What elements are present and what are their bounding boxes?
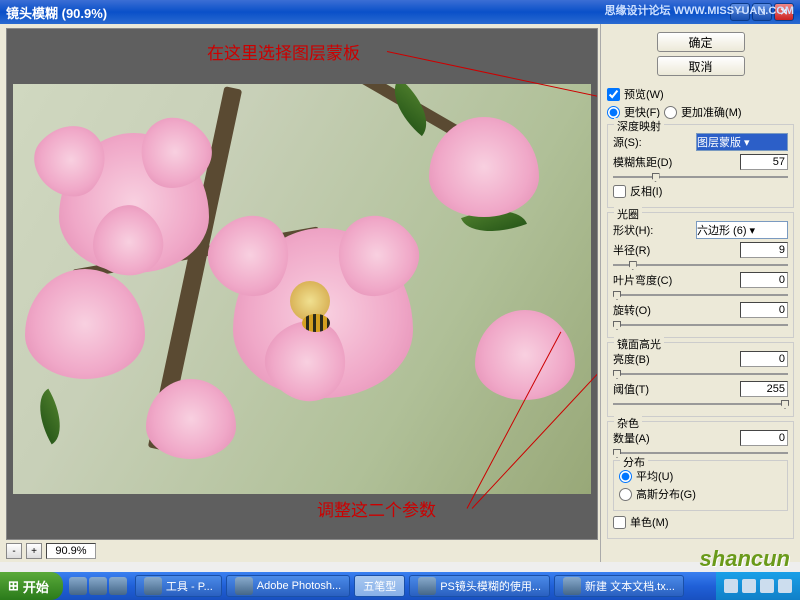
preview-checkbox[interactable] [607,88,620,101]
amount-field[interactable] [740,430,788,446]
mono-label: 单色(M) [630,514,669,530]
source-select[interactable]: 图层蒙版 ▾ [696,133,788,151]
gaussian-radio[interactable] [619,488,632,501]
preview-label: 预览(W) [624,86,664,102]
brightness-label: 亮度(B) [613,351,740,367]
curvature-slider[interactable] [613,291,788,299]
quicklaunch-icon[interactable] [109,577,127,595]
threshold-label: 阈值(T) [613,381,740,397]
shape-label: 形状(H): [613,222,696,238]
zoom-bar: - + [0,540,600,562]
focus-field[interactable] [740,154,788,170]
rotation-field[interactable] [740,302,788,318]
bee [302,314,330,332]
noise-group: 杂色 数量(A) 分布 平均(U) 高斯分布(G) 单色(M) [607,421,794,539]
start-button[interactable]: ⊞ 开始 [0,572,63,600]
invert-label: 反相(I) [630,183,662,199]
task-notepad[interactable]: 新建 文本文档.tx... [554,575,684,597]
cancel-button[interactable]: 取消 [657,56,745,76]
task-tool[interactable]: 工具 - P... [135,575,222,597]
tray-icon[interactable] [724,579,738,593]
preview-canvas[interactable]: 在这里选择图层蒙板 [6,28,598,540]
app-icon [144,577,162,595]
quick-launch [63,577,133,595]
iris-group: 光圈 形状(H): 六边形 (6) ▾ 半径(R) 叶片弯度(C) 旋转(O) [607,212,794,338]
app-icon [418,577,436,595]
distribution-group: 分布 平均(U) 高斯分布(G) [613,460,788,511]
forum-watermark: 思缘设计论坛 WWW.MISSYUAN.COM [605,2,794,18]
windows-icon: ⊞ [8,578,19,594]
mono-checkbox[interactable] [613,516,626,529]
uniform-label: 平均(U) [636,468,673,484]
app-icon [235,577,253,595]
distribution-title: 分布 [620,454,648,470]
depth-title: 深度映射 [614,118,664,134]
threshold-field[interactable] [740,381,788,397]
iris-title: 光圈 [614,206,642,222]
rotation-label: 旋转(O) [613,302,740,318]
accurate-radio[interactable] [664,106,677,119]
amount-label: 数量(A) [613,430,740,446]
focus-slider[interactable] [613,173,788,181]
shape-select[interactable]: 六边形 (6) ▾ [696,221,788,239]
radius-field[interactable] [740,242,788,258]
zoom-out-button[interactable]: - [6,543,22,559]
invert-checkbox[interactable] [613,185,626,198]
system-tray[interactable] [716,572,800,600]
task-photoshop[interactable]: Adobe Photosh... [226,575,350,597]
ok-button[interactable]: 确定 [657,32,745,52]
curvature-label: 叶片弯度(C) [613,272,740,288]
noise-title: 杂色 [614,415,642,431]
watermark-logo: shancun [700,546,790,572]
radius-label: 半径(R) [613,242,740,258]
rotation-slider[interactable] [613,321,788,329]
uniform-radio[interactable] [619,470,632,483]
zoom-in-button[interactable]: + [26,543,42,559]
gaussian-label: 高斯分布(G) [636,486,696,502]
photo-image [13,84,591,494]
specular-title: 镜面高光 [614,336,664,352]
depth-group: 深度映射 源(S): 图层蒙版 ▾ 模糊焦距(D) 反相(I) [607,124,794,208]
quicklaunch-icon[interactable] [89,577,107,595]
source-label: 源(S): [613,134,696,150]
specular-group: 镜面高光 亮度(B) 阈值(T) [607,342,794,417]
quicklaunch-icon[interactable] [69,577,87,595]
window-title: 镜头模糊 (90.9%) [6,3,107,22]
tray-icon[interactable] [778,579,792,593]
tray-icon[interactable] [760,579,774,593]
faster-radio[interactable] [607,106,620,119]
task-ime[interactable]: 五笔型 [354,575,405,597]
radius-slider[interactable] [613,261,788,269]
app-icon [563,577,581,595]
tray-icon[interactable] [742,579,756,593]
focus-label: 模糊焦距(D) [613,154,740,170]
accurate-label: 更加准确(M) [681,104,742,120]
threshold-slider[interactable] [613,400,788,408]
preview-pane: 在这里选择图层蒙板 [0,24,600,562]
taskbar: ⊞ 开始 工具 - P... Adobe Photosh... 五笔型 PS镜头… [0,572,800,600]
annotation-top: 在这里选择图层蒙板 [207,39,360,64]
task-lens[interactable]: PS镜头模糊的使用... [409,575,550,597]
curvature-field[interactable] [740,272,788,288]
brightness-slider[interactable] [613,370,788,378]
annotation-bottom: 调整这二个参数 [317,496,436,521]
zoom-field[interactable] [46,543,96,559]
settings-panel: 确定 取消 预览(W) 更快(F) 更加准确(M) 深度映射 源(S): 图层蒙… [600,24,800,562]
title-bar: 镜头模糊 (90.9%) 思缘设计论坛 WWW.MISSYUAN.COM ─ □… [0,0,800,24]
brightness-field[interactable] [740,351,788,367]
